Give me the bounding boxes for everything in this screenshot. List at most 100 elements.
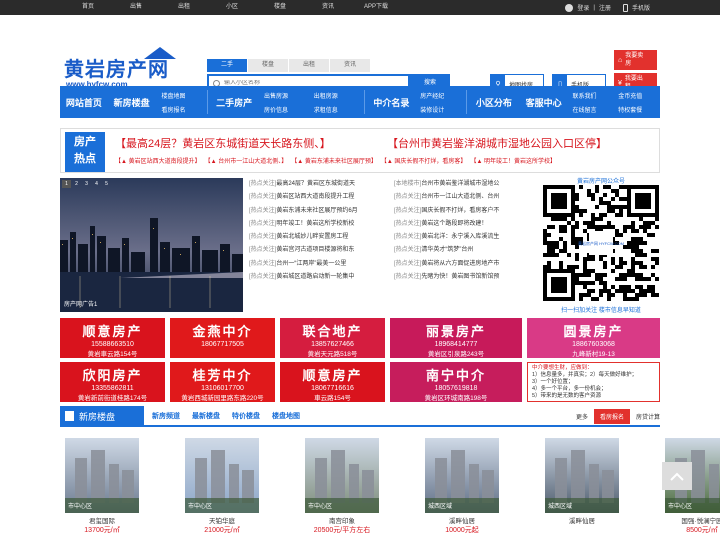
- banner-dot[interactable]: 2: [72, 180, 81, 188]
- news-tag: [热点关注]: [394, 260, 422, 267]
- tab-latest[interactable]: 最新楼盘: [192, 411, 220, 421]
- top-link-rent[interactable]: 出租: [160, 0, 208, 15]
- hot-link[interactable]: 【▲ 黄岩区站西大道南段提升】: [115, 156, 201, 165]
- more-link[interactable]: 更多: [576, 412, 588, 421]
- news-tag: [热点关注]: [249, 207, 277, 214]
- agent-ad[interactable]: 联合地产 13857627466 黄岩天元路518号: [280, 318, 385, 358]
- agent-ad[interactable]: 丽景房产 18968414777 黄岩区引泉路243号: [390, 318, 522, 358]
- tab-special[interactable]: 特价楼盘: [232, 411, 260, 421]
- nav-decoration[interactable]: 装修设计: [420, 105, 464, 114]
- tab-building[interactable]: 楼盘: [248, 59, 288, 72]
- back-to-top-button[interactable]: [662, 462, 692, 490]
- house-card[interactable]: 市中心区 天铂华庭 21000元/㎡: [185, 438, 259, 540]
- agent-ad[interactable]: 顺意房产 15588663510 黄岩車云路154号: [60, 318, 165, 358]
- site-logo[interactable]: 黄岩房产网 www.hyfcw.com: [64, 39, 194, 89]
- top-link-community[interactable]: 小区: [208, 0, 256, 15]
- ad-banner[interactable]: 1 2 3 4 5 房产网广告1: [60, 178, 243, 312]
- tab-used[interactable]: 二手: [207, 59, 247, 72]
- news-row: [热点关注]黄岩城区道路启动新一轮集中 [热点关注]先睹为快！黄岩图书馆新馆预: [249, 271, 539, 284]
- nav-service[interactable]: 客服中心: [519, 86, 569, 118]
- nav-contact[interactable]: 联系我们: [572, 91, 614, 100]
- hot-headline-2[interactable]: 【台州市黄岩鉴洋湖城市湿地公园入口区停】: [387, 135, 607, 151]
- house-card[interactable]: 城西区域 溪畔仙居 10000元起: [425, 438, 499, 540]
- news-item[interactable]: [热点关注]黄岩北洋：永宁溪入库溪流生: [394, 231, 539, 244]
- banner-dot[interactable]: 1: [62, 180, 71, 188]
- news-item[interactable]: [热点关注]黄岩区站西大道南段提升工程: [249, 191, 394, 204]
- hot-link[interactable]: 【▲ 明年竣工！黄岩这所学校】: [470, 156, 556, 165]
- hot-link[interactable]: 【▲ 黄岩东浦未来社区展厅预】: [291, 156, 377, 165]
- top-link-sale[interactable]: 出售: [112, 0, 160, 15]
- nav-sale-listings[interactable]: 出售房源: [264, 91, 310, 100]
- tab-new-channel[interactable]: 新房频道: [152, 411, 180, 421]
- news-item[interactable]: [热点关注]黄岩这个路段即将改建！: [394, 218, 539, 231]
- login-link[interactable]: 登录: [577, 3, 589, 12]
- house-card[interactable]: 城西区域 溪畔仙居: [545, 438, 619, 540]
- top-link-building[interactable]: 楼盘: [256, 0, 304, 15]
- news-item[interactable]: [热点关注]台州市一江山大道北侧、台州: [394, 191, 539, 204]
- nav-want-rent[interactable]: 求租信息: [314, 105, 362, 114]
- top-link-app[interactable]: APP下载: [352, 0, 400, 15]
- news-item[interactable]: [热点关注]台州一“江两岸”最美一公里: [249, 258, 394, 271]
- banner-dot[interactable]: 3: [82, 180, 91, 188]
- hot-label-line1: 房产: [74, 136, 96, 148]
- area-tag: 城西区域: [428, 504, 453, 510]
- news-tag: [热点关注]: [394, 194, 422, 201]
- nav-broker[interactable]: 房产经纪: [420, 91, 464, 100]
- news-text: 黄岩区站西大道南段提升工程: [276, 194, 355, 201]
- mobile-link[interactable]: 手机版: [632, 3, 650, 12]
- nav-home[interactable]: 网站首页: [60, 86, 108, 118]
- nav-community[interactable]: 小区分布: [469, 86, 519, 118]
- agent-ad[interactable]: 金燕中介 18067717505: [170, 318, 275, 358]
- nav-recharge[interactable]: 金币充值: [618, 91, 660, 100]
- news-item[interactable]: [热点关注]黄岩东浦未来社区展厅预约6月: [249, 205, 394, 218]
- nav-vip[interactable]: 特权套餐: [618, 105, 660, 114]
- news-item[interactable]: [热点关注]黄岩将从六方面促进房地产市: [394, 258, 539, 271]
- agent-ad[interactable]: 桂芳中介 13106017700 黄岩西城新园里路东路220号: [170, 362, 275, 402]
- hot-link[interactable]: 【▲ 台州市一江山大道北侧、】: [205, 156, 288, 165]
- agent-ad[interactable]: 顺意房产 18067716616 車云路154号: [280, 362, 385, 402]
- nav-used[interactable]: 二手房产: [210, 86, 258, 118]
- nav-building-map[interactable]: 楼盘地图: [162, 91, 206, 100]
- nav-divider: [207, 90, 209, 114]
- area-tag: 城西区域: [548, 504, 573, 510]
- news-tag: [热点关注]: [249, 260, 277, 267]
- news-item[interactable]: [热点关注]黄岩宫河古道项目楼源将和东: [249, 244, 394, 257]
- top-link-home[interactable]: 首页: [64, 0, 112, 15]
- hot-link[interactable]: 【▲ 国庆长假不打烊，看房客】: [381, 156, 467, 165]
- agent-ad[interactable]: 欣阳房产 13355862811 黄岩新前街道桂路174号: [60, 362, 165, 402]
- nav-rent-listings[interactable]: 出租房源: [314, 91, 362, 100]
- agent-ad[interactable]: 南宁中介 18057619818 黄岩区环城南路198号: [390, 362, 522, 402]
- tab-news[interactable]: 资讯: [330, 59, 370, 72]
- news-item[interactable]: [热点关注]黄岩城区道路启动新一轮集中: [249, 271, 394, 284]
- news-item[interactable]: [热点关注]清华英才“筑梦”台州: [394, 244, 539, 257]
- news-item[interactable]: [本地楼市]台州市黄岩鉴洋湖城市湿地公: [394, 178, 539, 191]
- agent-name: 顺意房产: [302, 368, 363, 383]
- tab-map[interactable]: 楼盘地图: [272, 411, 300, 421]
- news-item[interactable]: [热点关注]黄岩北城妙儿畔安置房工程: [249, 231, 394, 244]
- banner-dot[interactable]: 4: [92, 180, 101, 188]
- house-photo: 城西区域: [425, 438, 499, 513]
- news-item[interactable]: [热点关注]国庆长假不打烊，看房客户不: [394, 205, 539, 218]
- notice-line: 3）一个好位置；: [532, 379, 574, 385]
- news-text: 台州市一江山大道北侧、台州: [421, 194, 500, 201]
- nav-tour-signup[interactable]: 看房报名: [162, 105, 206, 114]
- nav-message[interactable]: 在线留言: [572, 105, 614, 114]
- news-item[interactable]: [热点关注]先睹为快！黄岩图书馆新馆预: [394, 271, 539, 284]
- agent-name: 联合地产: [302, 324, 363, 339]
- loan-calc-link[interactable]: 房贷计算: [636, 412, 660, 421]
- sell-button[interactable]: ⌂ 我要卖房: [614, 50, 657, 70]
- nav-agent[interactable]: 中介名录: [367, 86, 417, 118]
- news-item[interactable]: [热点关注]明年竣工！黄岩这所学校新校: [249, 218, 394, 231]
- agent-ad[interactable]: 圆景房产 18867603068 九峰新村19-13: [527, 318, 660, 358]
- hot-headline-1[interactable]: 【最高24层？黄岩区东城街道天长路东侧、】: [115, 135, 331, 151]
- house-card[interactable]: 市中心区 南宫印象 20500元/平方左右: [305, 438, 379, 540]
- tour-signup-button[interactable]: 看房报名: [593, 408, 630, 424]
- nav-new[interactable]: 新房楼盘: [108, 86, 156, 118]
- house-card[interactable]: 市中心区 君玺国际 13700元/㎡: [65, 438, 139, 540]
- register-link[interactable]: 注册: [599, 3, 611, 12]
- banner-dot[interactable]: 5: [102, 180, 111, 188]
- nav-price-info[interactable]: 房价信息: [264, 105, 310, 114]
- top-link-news[interactable]: 资讯: [304, 0, 352, 15]
- tab-rent[interactable]: 出租: [289, 59, 329, 72]
- news-item[interactable]: [热点关注]最高24层？黄岩区东城街道天: [249, 178, 394, 191]
